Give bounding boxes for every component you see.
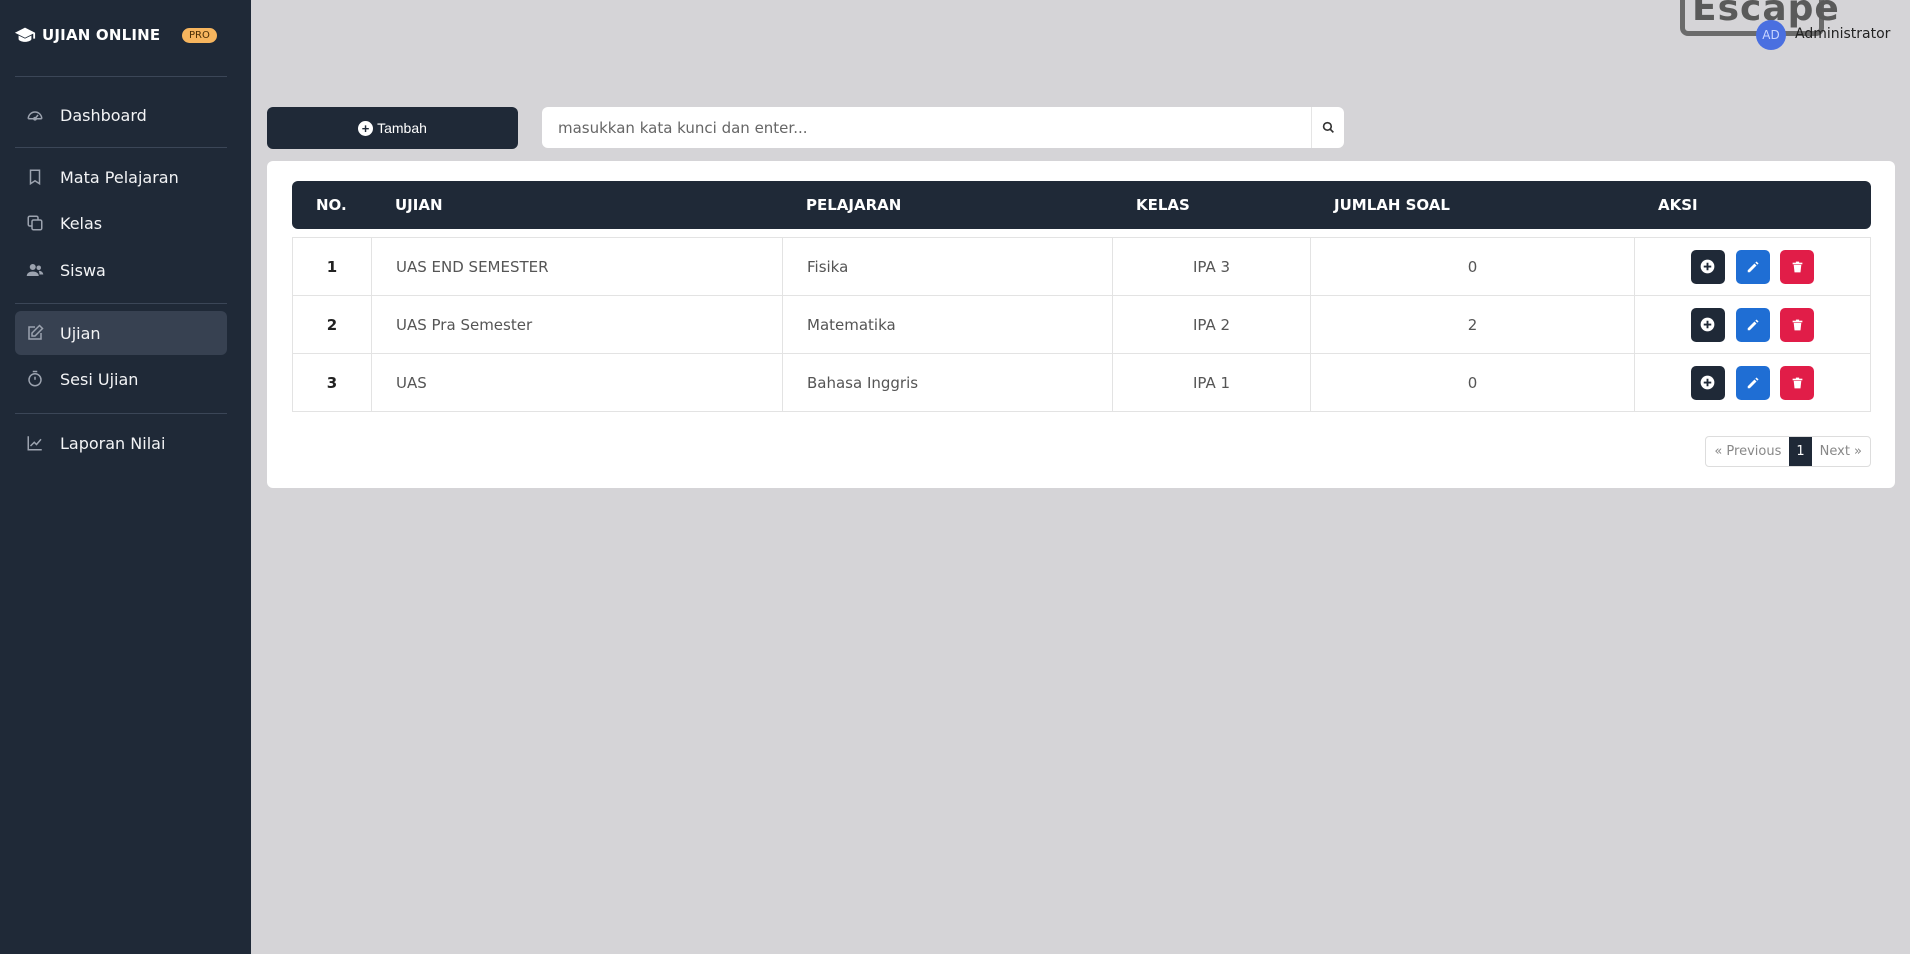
table-row: 2 UAS Pra Semester Matematika IPA 2 2 bbox=[292, 295, 1871, 354]
search-bar bbox=[542, 107, 1344, 148]
search-button[interactable] bbox=[1311, 107, 1344, 148]
cell-no: 3 bbox=[292, 353, 372, 412]
cell-ujian: UAS END SEMESTER bbox=[371, 237, 783, 296]
pencil-icon bbox=[1747, 318, 1759, 330]
trash-icon bbox=[1792, 377, 1803, 388]
brand[interactable]: UJIAN ONLINE bbox=[14, 24, 160, 46]
add-question-button[interactable] bbox=[1690, 249, 1725, 284]
header-ujian: UJIAN bbox=[395, 196, 443, 214]
sidebar-item-label: Kelas bbox=[60, 213, 103, 233]
trash-icon bbox=[1792, 261, 1803, 272]
add-button[interactable]: + Tambah bbox=[267, 107, 518, 149]
sidebar: UJIAN ONLINE PRO Dashboard Mata Pelajara… bbox=[0, 0, 251, 954]
pagination-previous[interactable]: « Previous bbox=[1706, 437, 1789, 466]
sidebar-item-label: Sesi Ujian bbox=[60, 369, 139, 389]
cell-no: 2 bbox=[292, 295, 372, 354]
exam-list-card: NO. UJIAN PELAJARAN KELAS JUMLAH SOAL AK… bbox=[267, 161, 1895, 488]
delete-button[interactable] bbox=[1780, 365, 1815, 400]
trash-icon bbox=[1792, 319, 1803, 330]
cell-pelajaran: Bahasa Inggris bbox=[782, 353, 1113, 412]
sidebar-divider bbox=[15, 413, 227, 414]
cell-kelas: IPA 3 bbox=[1112, 237, 1311, 296]
cell-aksi bbox=[1634, 237, 1871, 296]
copy-icon bbox=[26, 214, 44, 232]
table-header: NO. UJIAN PELAJARAN KELAS JUMLAH SOAL AK… bbox=[292, 181, 1871, 229]
edit-button[interactable] bbox=[1735, 249, 1770, 284]
add-question-button[interactable] bbox=[1690, 307, 1725, 342]
avatar[interactable]: AD bbox=[1756, 20, 1786, 50]
sidebar-item-label: Dashboard bbox=[60, 105, 147, 125]
bookmark-icon bbox=[26, 168, 44, 186]
search-icon bbox=[1322, 121, 1334, 133]
sidebar-item-ujian[interactable]: Ujian bbox=[15, 311, 227, 355]
table-row: 3 UAS Bahasa Inggris IPA 1 0 bbox=[292, 353, 1871, 412]
header-no: NO. bbox=[316, 196, 347, 214]
cell-kelas: IPA 1 bbox=[1112, 353, 1311, 412]
pagination-page-1[interactable]: 1 bbox=[1789, 437, 1812, 466]
plus-circle-icon bbox=[1700, 259, 1715, 274]
sidebar-item-label: Laporan Nilai bbox=[60, 433, 166, 453]
table-row: 1 UAS END SEMESTER Fisika IPA 3 0 bbox=[292, 237, 1871, 296]
sidebar-item-label: Ujian bbox=[60, 323, 101, 343]
edit-button[interactable] bbox=[1735, 307, 1770, 342]
stopwatch-icon bbox=[26, 370, 44, 388]
sidebar-item-kelas[interactable]: Kelas bbox=[15, 201, 227, 245]
brand-title: UJIAN ONLINE bbox=[42, 26, 161, 44]
cell-ujian: UAS Pra Semester bbox=[371, 295, 783, 354]
cell-kelas: IPA 2 bbox=[1112, 295, 1311, 354]
sidebar-item-siswa[interactable]: Siswa bbox=[15, 248, 227, 292]
cell-jumlah-soal: 0 bbox=[1310, 237, 1635, 296]
plus-circle-icon bbox=[1700, 317, 1715, 332]
plus-circle-icon bbox=[1700, 375, 1715, 390]
chart-line-icon bbox=[26, 434, 44, 452]
cell-jumlah-soal: 2 bbox=[1310, 295, 1635, 354]
add-question-button[interactable] bbox=[1690, 365, 1725, 400]
sidebar-item-label: Mata Pelajaran bbox=[60, 167, 179, 187]
search-input[interactable] bbox=[542, 107, 1311, 148]
sidebar-item-sesi-ujian[interactable]: Sesi Ujian bbox=[15, 357, 227, 401]
cell-ujian: UAS bbox=[371, 353, 783, 412]
sidebar-item-laporan-nilai[interactable]: Laporan Nilai bbox=[15, 421, 227, 465]
exam-table: 1 UAS END SEMESTER Fisika IPA 3 0 2 UAS … bbox=[292, 237, 1871, 412]
sidebar-item-dashboard[interactable]: Dashboard bbox=[15, 93, 227, 137]
header-pelajaran: PELAJARAN bbox=[806, 196, 902, 214]
dashboard-gauge-icon bbox=[26, 106, 44, 124]
sidebar-divider bbox=[15, 303, 227, 304]
cell-no: 1 bbox=[292, 237, 372, 296]
header-kelas: KELAS bbox=[1136, 196, 1190, 214]
user-name[interactable]: Administrator bbox=[1795, 26, 1890, 42]
cell-jumlah-soal: 0 bbox=[1310, 353, 1635, 412]
pagination-next[interactable]: Next » bbox=[1812, 437, 1870, 466]
pencil-icon bbox=[1747, 260, 1759, 272]
header-aksi: AKSI bbox=[1658, 196, 1698, 214]
graduation-cap-icon bbox=[14, 27, 36, 42]
plus-circle-icon: + bbox=[358, 120, 374, 136]
sidebar-divider bbox=[15, 147, 227, 148]
header-jumlah-soal: JUMLAH SOAL bbox=[1334, 196, 1450, 214]
cell-aksi bbox=[1634, 353, 1871, 412]
delete-button[interactable] bbox=[1780, 249, 1815, 284]
delete-button[interactable] bbox=[1780, 307, 1815, 342]
sidebar-item-mata-pelajaran[interactable]: Mata Pelajaran bbox=[15, 155, 227, 199]
cell-aksi bbox=[1634, 295, 1871, 354]
edit-icon bbox=[26, 324, 44, 342]
users-icon bbox=[26, 261, 44, 279]
pencil-icon bbox=[1747, 376, 1759, 388]
cell-pelajaran: Fisika bbox=[782, 237, 1113, 296]
cell-pelajaran: Matematika bbox=[782, 295, 1113, 354]
add-button-label: Tambah bbox=[377, 120, 427, 136]
sidebar-item-label: Siswa bbox=[60, 260, 106, 280]
sidebar-divider bbox=[15, 76, 227, 77]
pro-badge: PRO bbox=[182, 28, 217, 43]
edit-button[interactable] bbox=[1735, 365, 1770, 400]
pagination: « Previous 1 Next » bbox=[1705, 436, 1871, 467]
